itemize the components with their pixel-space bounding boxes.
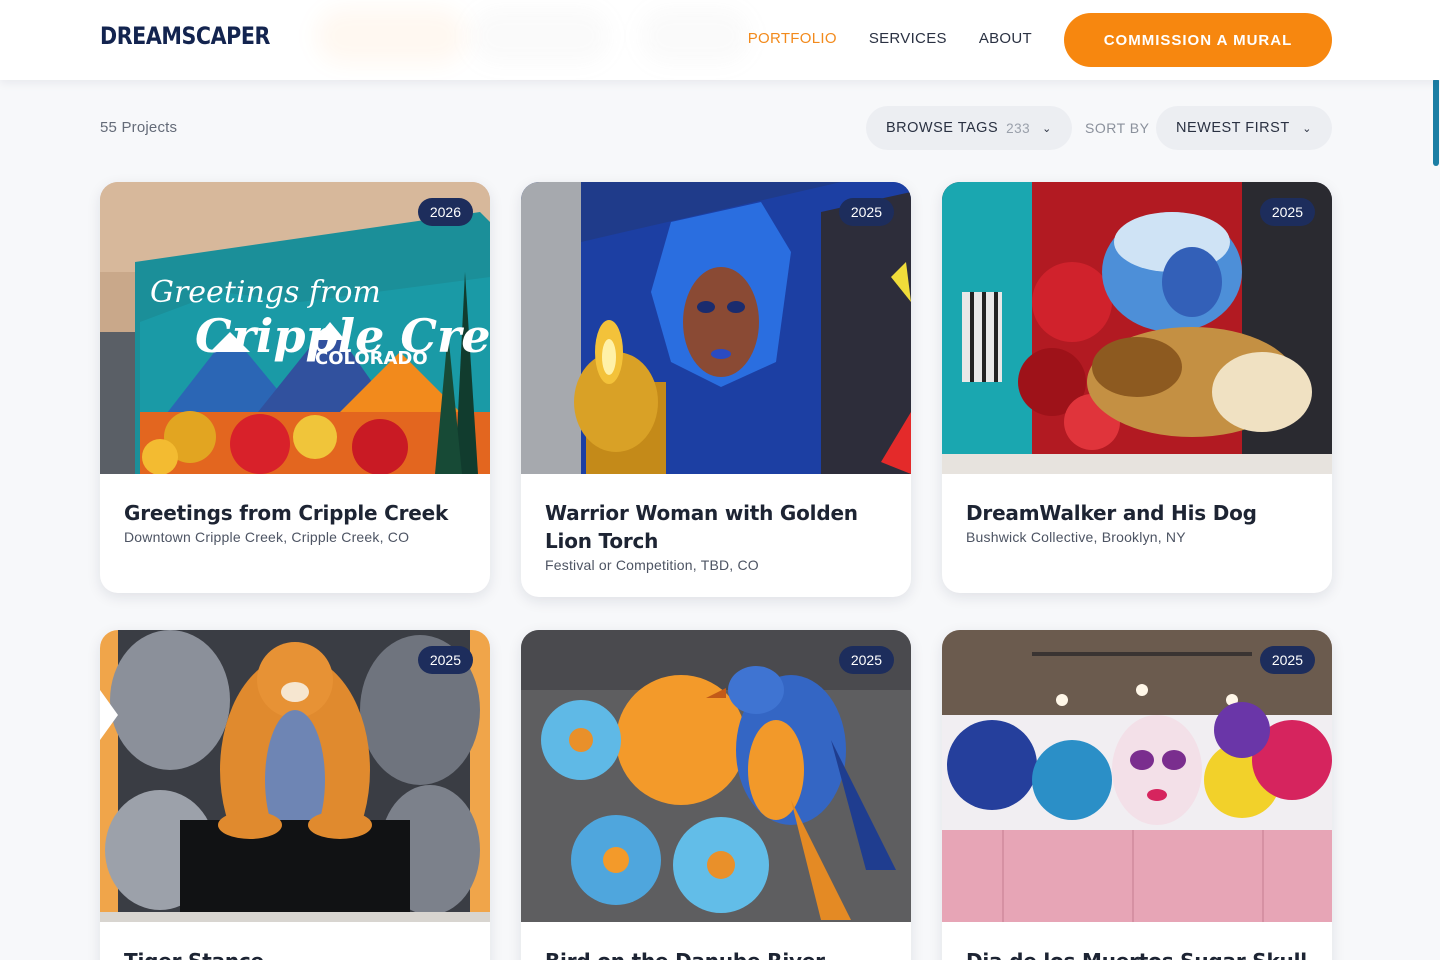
project-title: Bird on the Danube River [545,947,887,960]
card-body: Tiger Stance [100,922,490,960]
project-count: 55 Projects [100,119,178,136]
mural-script-text: Greetings from [150,275,381,310]
project-title: Tiger Stance [124,947,466,960]
project-location: Festival or Competition, TBD, CO [545,557,759,573]
project-card[interactable]: 2025 Dia de los Muertos Sugar Skull [942,630,1332,960]
project-image: 2025 [521,182,911,474]
header-decoration [640,8,750,64]
project-image: 2025 [942,630,1332,922]
project-title: DreamWalker and His Dog [966,501,1257,525]
card-body: Bird on the Danube River [521,922,911,960]
card-body: DreamWalker and His Dog Bushwick Collect… [942,474,1332,567]
project-image: 2025 [942,182,1332,474]
browse-tags-dropdown[interactable]: BROWSE TAGS 233 ⌄ [866,106,1072,150]
project-card[interactable]: 2025 Tiger Stance [100,630,490,960]
page-scrollbar[interactable] [1433,78,1439,166]
site-header: DREAMSCAPER PORTFOLIO SERVICES ABOUT COM… [0,0,1440,80]
project-title: Dia de los Muertos Sugar Skull [966,947,1308,960]
header-decoration [316,8,466,64]
card-body: Greetings from Cripple Creek Downtown Cr… [100,474,490,567]
year-badge: 2025 [1259,646,1315,674]
browse-tags-label: BROWSE TAGS [886,120,999,136]
site-logo[interactable]: DREAMSCAPER [100,22,270,50]
nav-services[interactable]: SERVICES [869,30,947,47]
year-badge: 2025 [838,198,894,226]
project-title: Warrior Woman with Golden Lion Torch [545,501,858,553]
chevron-down-icon: ⌄ [1302,122,1312,135]
sort-value: NEWEST FIRST [1176,120,1290,136]
project-card[interactable]: Greetings from Cripple Creek COLORADO 20… [100,182,490,593]
commission-mural-button[interactable]: COMMISSION A MURAL [1064,13,1332,67]
card-body: Warrior Woman with Golden Lion Torch Fes… [521,474,911,595]
year-badge: 2026 [417,198,473,226]
header-decoration [470,8,610,64]
main-nav: PORTFOLIO SERVICES ABOUT [748,30,1032,47]
year-badge: 2025 [838,646,894,674]
project-title: Greetings from Cripple Creek [124,501,449,525]
project-location: Bushwick Collective, Brooklyn, NY [966,529,1186,545]
project-card[interactable]: 2025 DreamWalker and His Dog Bushwick Co… [942,182,1332,593]
year-badge: 2025 [1259,198,1315,226]
project-location: Downtown Cripple Creek, Cripple Creek, C… [124,529,410,545]
project-card[interactable]: 2025 Bird on the Danube River [521,630,911,960]
mural-script-text: COLORADO [315,348,428,369]
card-body: Dia de los Muertos Sugar Skull [942,922,1332,960]
sort-dropdown[interactable]: NEWEST FIRST ⌄ [1156,106,1332,150]
tag-count: 233 [1006,120,1031,136]
project-image: 2025 [100,630,490,922]
nav-portfolio[interactable]: PORTFOLIO [748,30,837,47]
year-badge: 2025 [417,646,473,674]
sort-label: SORT BY [1085,120,1150,136]
nav-about[interactable]: ABOUT [979,30,1032,47]
chevron-down-icon: ⌄ [1042,122,1052,135]
project-image: 2025 [521,630,911,922]
project-card[interactable]: 2025 Warrior Woman with Golden Lion Torc… [521,182,911,597]
project-image: Greetings from Cripple Creek COLORADO 20… [100,182,490,474]
